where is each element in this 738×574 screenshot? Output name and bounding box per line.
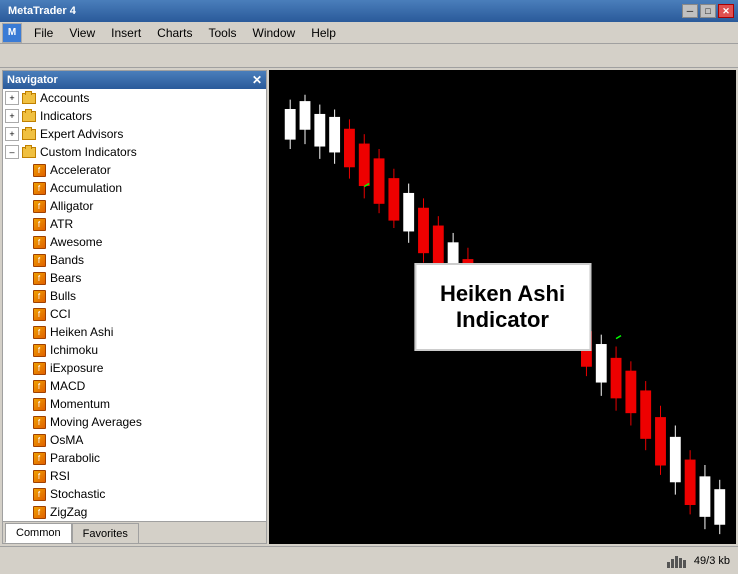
indicators-icon — [21, 109, 37, 123]
window-controls: ─ □ ✕ — [682, 4, 734, 18]
indicator-icon: f — [31, 163, 47, 177]
indicator-icon: f — [31, 361, 47, 375]
menu-bar: M File View Insert Charts Tools Window H… — [0, 22, 738, 44]
indicator-icon: f — [31, 379, 47, 393]
indicator-icon: f — [31, 487, 47, 501]
indicator-icon: f — [31, 289, 47, 303]
main-area: Navigator ✕ + Accounts + — [0, 68, 738, 546]
list-item[interactable]: f Bulls — [3, 287, 266, 305]
navigator-header: Navigator ✕ — [3, 71, 266, 89]
tree-expert-advisors[interactable]: + Expert Advisors — [3, 125, 266, 143]
chart-label: Heiken Ashi Indicator — [414, 263, 591, 351]
maximize-button[interactable]: □ — [700, 4, 716, 18]
indicator-icon: f — [31, 181, 47, 195]
custom-icon — [21, 145, 37, 159]
indicator-icon: f — [31, 199, 47, 213]
indicator-icon: f — [31, 505, 47, 519]
chart-label-line1: Heiken Ashi — [440, 281, 565, 307]
menu-window[interactable]: Window — [245, 24, 304, 42]
navigator-body: + Accounts + Indicators + — [3, 89, 266, 543]
list-item[interactable]: f Bears — [3, 269, 266, 287]
list-item[interactable]: f Moving Averages — [3, 413, 266, 431]
bars-icon — [667, 554, 686, 568]
indicator-icon: f — [31, 451, 47, 465]
minimize-button[interactable]: ─ — [682, 4, 698, 18]
list-item[interactable]: f ATR — [3, 215, 266, 233]
ea-toggle[interactable]: + — [5, 127, 19, 141]
list-item[interactable]: f iExposure — [3, 359, 266, 377]
chart-label-line2: Indicator — [440, 307, 565, 333]
list-item[interactable]: f Momentum — [3, 395, 266, 413]
status-bar: 49/3 kb — [0, 546, 738, 574]
tree-indicators[interactable]: + Indicators — [3, 107, 266, 125]
menu-insert[interactable]: Insert — [103, 24, 149, 42]
navigator-close-button[interactable]: ✕ — [252, 73, 262, 87]
list-item[interactable]: f Awesome — [3, 233, 266, 251]
bars-status — [667, 554, 686, 568]
indicator-icon: f — [31, 217, 47, 231]
menu-tools[interactable]: Tools — [201, 24, 245, 42]
list-item[interactable]: f ZigZag — [3, 503, 266, 521]
indicators-label: Indicators — [40, 109, 92, 123]
tab-favorites[interactable]: Favorites — [72, 523, 139, 543]
indicator-icon: f — [31, 415, 47, 429]
list-item[interactable]: f Parabolic — [3, 449, 266, 467]
list-item[interactable]: f Alligator — [3, 197, 266, 215]
toolbar — [0, 44, 738, 68]
list-item[interactable]: f CCI — [3, 305, 266, 323]
custom-toggle[interactable]: – — [5, 145, 19, 159]
accounts-icon — [21, 91, 37, 105]
list-item[interactable]: f Accumulation — [3, 179, 266, 197]
ea-icon — [21, 127, 37, 141]
close-button[interactable]: ✕ — [718, 4, 734, 18]
indicator-icon: f — [31, 235, 47, 249]
navigator-title: Navigator — [7, 74, 58, 86]
list-item[interactable]: f Ichimoku — [3, 341, 266, 359]
indicators-toggle[interactable]: + — [5, 109, 19, 123]
tree-accounts[interactable]: + Accounts — [3, 89, 266, 107]
accounts-label: Accounts — [40, 91, 89, 105]
custom-indicators-label: Custom Indicators — [40, 145, 137, 159]
indicator-icon: f — [31, 271, 47, 285]
status-size: 49/3 kb — [694, 555, 730, 567]
indicator-icon: f — [31, 253, 47, 267]
chart-area[interactable]: Heiken Ashi Indicator — [269, 70, 736, 544]
navigator-tabs: Common Favorites — [3, 521, 266, 543]
indicator-icon: f — [31, 433, 47, 447]
navigator-panel: Navigator ✕ + Accounts + — [2, 70, 267, 544]
indicator-icon: f — [31, 469, 47, 483]
indicator-icon: f — [31, 343, 47, 357]
title-bar: MetaTrader 4 ─ □ ✕ — [0, 0, 738, 22]
tree-area[interactable]: + Accounts + Indicators + — [3, 89, 266, 521]
menu-view[interactable]: View — [61, 24, 103, 42]
list-item[interactable]: f RSI — [3, 467, 266, 485]
list-item[interactable]: f Heiken Ashi — [3, 323, 266, 341]
list-item[interactable]: f MACD — [3, 377, 266, 395]
menu-help[interactable]: Help — [303, 24, 344, 42]
app-logo: M — [2, 23, 22, 43]
window-title: MetaTrader 4 — [8, 5, 76, 17]
indicator-icon: f — [31, 397, 47, 411]
menu-charts[interactable]: Charts — [149, 24, 200, 42]
accounts-toggle[interactable]: + — [5, 91, 19, 105]
list-item[interactable]: f OsMA — [3, 431, 266, 449]
indicator-icon: f — [31, 325, 47, 339]
list-item[interactable]: f Stochastic — [3, 485, 266, 503]
menu-file[interactable]: File — [26, 24, 61, 42]
ea-label: Expert Advisors — [40, 127, 123, 141]
list-item[interactable]: f Bands — [3, 251, 266, 269]
tree-custom-indicators[interactable]: – Custom Indicators — [3, 143, 266, 161]
list-item[interactable]: f Accelerator — [3, 161, 266, 179]
indicator-icon: f — [31, 307, 47, 321]
tab-common[interactable]: Common — [5, 523, 72, 543]
